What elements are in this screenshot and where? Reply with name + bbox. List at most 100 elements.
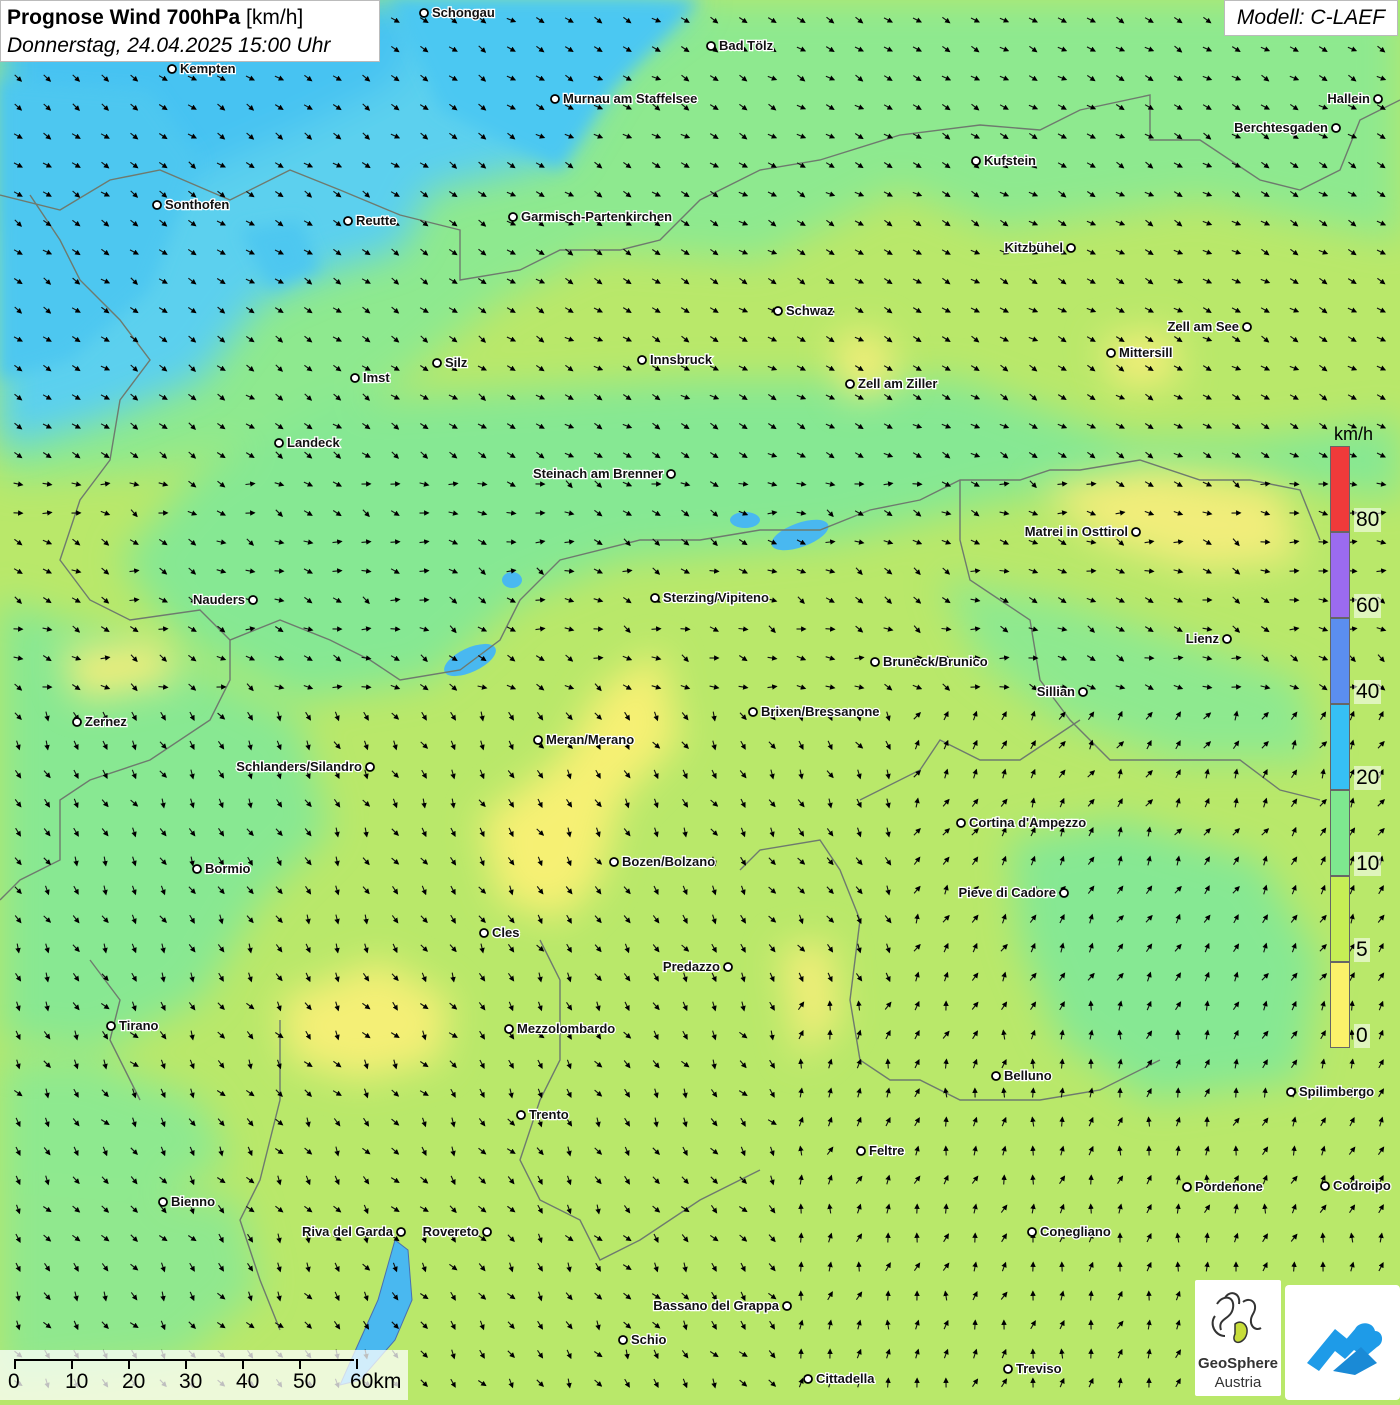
city-marker[interactable]: Sonthofen bbox=[153, 197, 229, 212]
city-marker[interactable]: Pordenone bbox=[1183, 1179, 1263, 1194]
city-label: Hallein bbox=[1327, 91, 1370, 106]
city-marker[interactable]: Bassano del Grappa bbox=[653, 1298, 791, 1313]
city-marker[interactable]: Brixen/Bressanone bbox=[749, 704, 880, 719]
scale-label: 10 bbox=[65, 1370, 88, 1394]
wind-arrow bbox=[391, 629, 400, 630]
scale-label: 20 bbox=[122, 1370, 145, 1394]
city-dot bbox=[275, 439, 283, 447]
scale-tick bbox=[299, 1359, 301, 1369]
city-marker[interactable]: Bruneck/Brunico bbox=[871, 654, 988, 669]
city-marker[interactable]: Innsbruck bbox=[638, 352, 713, 367]
city-marker[interactable]: Steinach am Brenner bbox=[533, 466, 675, 481]
city-marker[interactable]: Zell am See bbox=[1167, 319, 1251, 334]
city-dot bbox=[505, 1025, 513, 1033]
city-marker[interactable]: Spilimbergo bbox=[1287, 1084, 1374, 1099]
city-label: Bozen/Bolzano bbox=[622, 854, 715, 869]
legend-label: 10 bbox=[1354, 852, 1381, 876]
forecast-date: Donnerstag, 24.04.2025 15:00 Uhr bbox=[7, 32, 373, 60]
city-label: Belluno bbox=[1004, 1068, 1052, 1083]
city-label: Codroipo bbox=[1333, 1178, 1391, 1193]
city-label: Kufstein bbox=[984, 153, 1036, 168]
legend-band bbox=[1330, 446, 1350, 532]
city-marker[interactable]: Riva del Garda bbox=[302, 1224, 405, 1239]
map-title: Prognose Wind 700hPa [km/h] bbox=[7, 4, 373, 32]
geosphere-emblem-icon bbox=[1195, 1284, 1281, 1358]
city-dot bbox=[1107, 349, 1115, 357]
wind-arrow bbox=[888, 1060, 889, 1069]
city-dot bbox=[1223, 635, 1231, 643]
city-dot bbox=[1374, 95, 1382, 103]
city-marker[interactable]: Conegliano bbox=[1028, 1224, 1111, 1239]
wind-arrow bbox=[1236, 1089, 1237, 1098]
city-label: Kitzbühel bbox=[1005, 240, 1064, 255]
city-dot bbox=[1004, 1365, 1012, 1373]
city-marker[interactable]: Schlanders/Silandro bbox=[236, 759, 374, 774]
city-marker[interactable]: Zell am Ziller bbox=[846, 376, 937, 391]
city-label: Tirano bbox=[119, 1018, 159, 1033]
legend-label: 40 bbox=[1354, 680, 1381, 704]
scale-line bbox=[14, 1359, 354, 1361]
city-marker[interactable]: Matrei in Osttirol bbox=[1025, 524, 1140, 539]
logo-name-line1: GeoSphere bbox=[1195, 1355, 1281, 1372]
city-marker[interactable]: Murnau am Staffelsee bbox=[551, 91, 697, 106]
city-label: Bad Tölz bbox=[719, 38, 774, 53]
model-label: Modell: C-LAEF bbox=[1224, 0, 1398, 36]
city-dot bbox=[1183, 1183, 1191, 1191]
wind-arrow bbox=[594, 658, 603, 659]
wind-arrow bbox=[1033, 1147, 1034, 1156]
city-label: Zell am See bbox=[1167, 319, 1239, 334]
city-label: Treviso bbox=[1016, 1361, 1062, 1376]
wind-map[interactable]: SchongauBad TölzKemptenMurnau am Staffel… bbox=[0, 0, 1400, 1400]
city-marker[interactable]: Pieve di Cadore bbox=[958, 885, 1068, 900]
city-dot bbox=[667, 470, 675, 478]
city-dot bbox=[871, 658, 879, 666]
city-label: Silz bbox=[445, 355, 468, 370]
city-label: Bienno bbox=[171, 1194, 215, 1209]
scale-label: 40 bbox=[236, 1370, 259, 1394]
city-marker[interactable]: Schongau bbox=[420, 5, 495, 20]
city-marker[interactable]: Mezzolombardo bbox=[505, 1021, 615, 1036]
mountain-cloud-icon bbox=[1285, 1285, 1400, 1400]
city-marker[interactable]: Sterzing/Vipiteno bbox=[651, 590, 769, 605]
wind-arrow bbox=[362, 687, 371, 688]
wind-arrow bbox=[1004, 1176, 1005, 1185]
city-label: Cittadella bbox=[816, 1371, 875, 1386]
city-dot bbox=[168, 65, 176, 73]
city-marker[interactable]: Garmisch-Partenkirchen bbox=[509, 209, 672, 224]
city-label: Lienz bbox=[1186, 631, 1220, 646]
city-dot bbox=[366, 763, 374, 771]
city-dot bbox=[707, 42, 715, 50]
city-marker[interactable]: Bozen/Bolzano bbox=[610, 854, 715, 869]
scale-tick bbox=[71, 1359, 73, 1369]
wind-arrow bbox=[159, 629, 168, 630]
city-label: Conegliano bbox=[1040, 1224, 1111, 1239]
city-dot bbox=[1332, 124, 1340, 132]
city-dot bbox=[610, 858, 618, 866]
city-label: Pieve di Cadore bbox=[958, 885, 1056, 900]
wind-arrow bbox=[536, 600, 545, 601]
city-dot bbox=[249, 596, 257, 604]
city-label: Garmisch-Partenkirchen bbox=[521, 209, 672, 224]
geosphere-logo[interactable]: GeoSphere Austria bbox=[1195, 1280, 1281, 1396]
city-label: Trento bbox=[529, 1107, 569, 1122]
city-label: Sonthofen bbox=[165, 197, 229, 212]
wind-arrow bbox=[1091, 1176, 1092, 1185]
city-label: Matrei in Osttirol bbox=[1025, 524, 1128, 539]
city-label: Predazzo bbox=[663, 959, 720, 974]
city-marker[interactable]: Berchtesgaden bbox=[1234, 120, 1340, 135]
city-dot bbox=[651, 594, 659, 602]
city-label: Schwaz bbox=[786, 303, 834, 318]
scale-tick bbox=[356, 1359, 358, 1369]
city-dot bbox=[1243, 323, 1251, 331]
city-label: Reutte bbox=[356, 213, 396, 228]
wind-arrow bbox=[391, 542, 400, 543]
wind-arrow bbox=[1000, 687, 1009, 688]
app-logo[interactable] bbox=[1285, 1285, 1400, 1400]
legend-band bbox=[1330, 876, 1350, 962]
city-label: Steinach am Brenner bbox=[533, 466, 663, 481]
scale-tick bbox=[242, 1359, 244, 1369]
city-marker[interactable]: Cortina d'Ampezzo bbox=[957, 815, 1086, 830]
wind-arrow bbox=[1087, 484, 1096, 485]
wind-arrow bbox=[681, 629, 690, 630]
city-marker[interactable]: Meran/Merano bbox=[534, 732, 634, 747]
